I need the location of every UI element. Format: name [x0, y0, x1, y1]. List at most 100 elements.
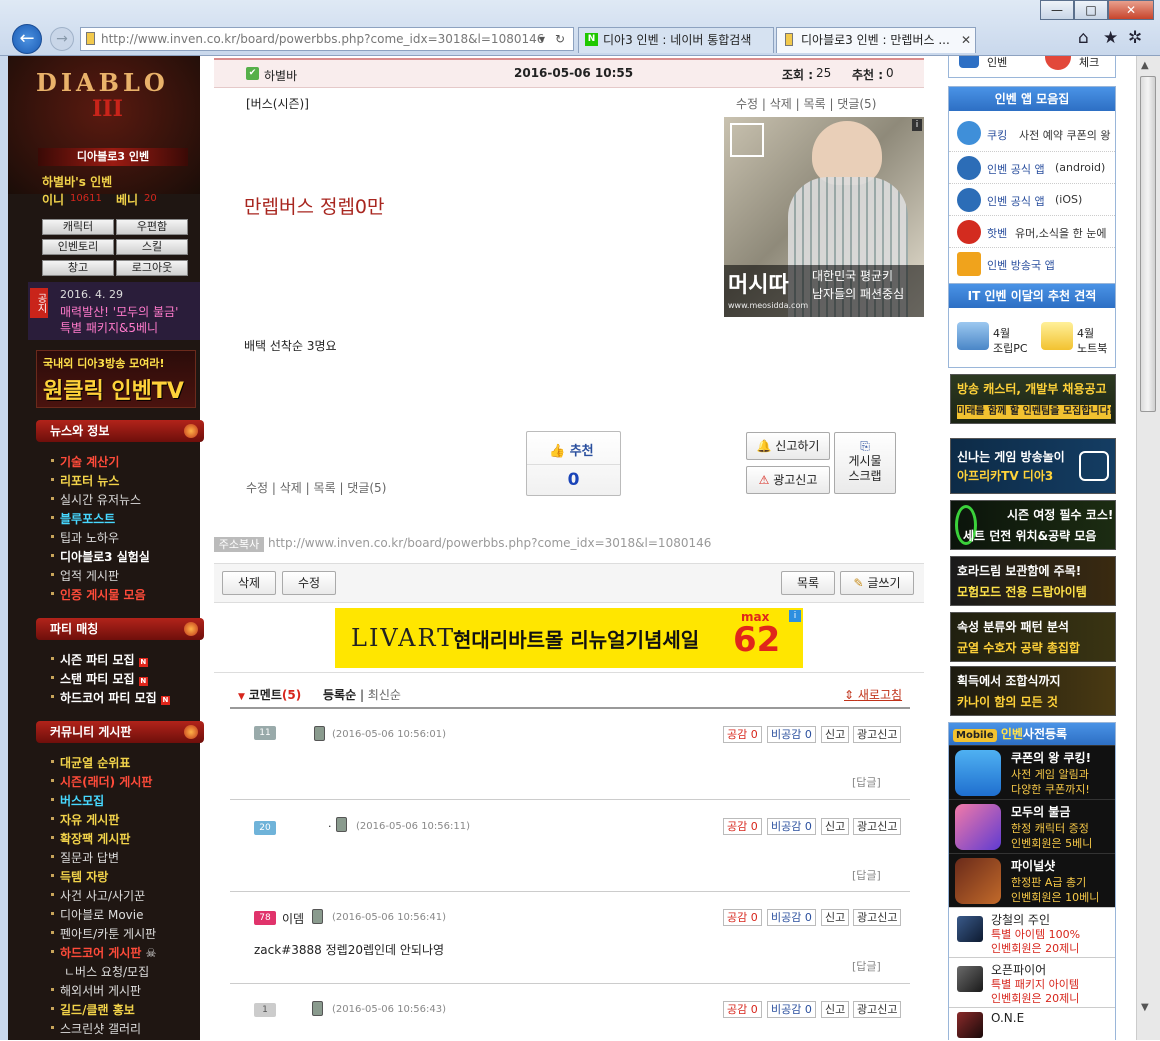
app-item-cooking[interactable]: 쿠킹 사전 예약 쿠폰의 왕: [949, 119, 1115, 151]
scroll-down-icon[interactable]: ▼: [1141, 1002, 1149, 1013]
mobile-item-cooking[interactable]: 쿠폰의 왕 쿠킹! 사전 게임 알림과 다양한 쿠폰까지!: [949, 745, 1115, 799]
user-title[interactable]: 하별바's 인벤: [42, 173, 112, 190]
like-button[interactable]: 공감 0: [723, 909, 762, 926]
inventory-button[interactable]: 인벤토리: [42, 239, 114, 255]
diablo-logo[interactable]: DIABLO: [36, 68, 169, 97]
it-item1-l2[interactable]: 조립PC: [993, 340, 1028, 356]
home-icon[interactable]: ⌂: [1078, 28, 1089, 48]
comments-link[interactable]: 댓글(5): [347, 481, 386, 495]
dislike-button[interactable]: 비공감 0: [767, 1001, 816, 1018]
favorites-star-icon[interactable]: ★: [1103, 28, 1118, 48]
settings-gear-icon[interactable]: ✲: [1128, 28, 1142, 48]
inven-tv-banner[interactable]: 국내외 디아3방송 모여라! 원클릭 인벤TV: [36, 350, 196, 408]
menu-expansion-board[interactable]: 확장팩 게시판: [50, 830, 130, 847]
comments-link[interactable]: 댓글(5): [837, 97, 876, 111]
menu-season-board[interactable]: 시즌(래더) 게시판: [50, 773, 152, 790]
edit-link[interactable]: 수정: [246, 481, 268, 495]
like-button[interactable]: 공감 0: [723, 1001, 762, 1018]
skill-button[interactable]: 스킬: [116, 239, 188, 255]
like-button[interactable]: 공감 0: [723, 818, 762, 835]
it-item2-l2[interactable]: 노트북: [1077, 340, 1107, 356]
menu-greater-rift-rank[interactable]: 대균열 순위표: [50, 754, 130, 771]
comment-report-button[interactable]: 신고: [821, 818, 850, 835]
scrap-button[interactable]: ⎘ 게시물 스크랩: [834, 432, 896, 494]
recommend-button[interactable]: 👍 추천 0: [526, 431, 621, 496]
reply-link[interactable]: [답글]: [852, 774, 881, 790]
menu-fanart[interactable]: 펜아트/카툰 게시판: [50, 925, 156, 942]
write-button[interactable]: ✎ 글쓰기: [840, 571, 914, 595]
right-banner-set-dungeon[interactable]: 시즌 여정 필수 코스! 세트 던전 위치&공략 모음: [950, 500, 1116, 550]
menu-user-news[interactable]: 실시간 유저뉴스: [50, 491, 141, 508]
dislike-button[interactable]: 비공감 0: [767, 726, 816, 743]
menu-movie[interactable]: 디아블로 Movie: [51, 906, 144, 923]
menu-standard-party[interactable]: 스탠 파티 모집 N: [51, 670, 148, 687]
comment-ad-report-button[interactable]: 광고신고: [853, 818, 902, 835]
it-item2-l1[interactable]: 4월: [1077, 325, 1094, 341]
menu-qna[interactable]: 질문과 답변: [50, 849, 119, 866]
forward-button[interactable]: →: [50, 27, 74, 51]
comment-report-button[interactable]: 신고: [821, 1001, 850, 1018]
menu-loot-brag[interactable]: 득템 자랑: [50, 868, 108, 885]
app-item-broadcast[interactable]: 인벤 방송국 앱: [949, 247, 1115, 279]
post-author[interactable]: 하별바: [264, 67, 297, 84]
edit-button[interactable]: 수정: [282, 571, 336, 595]
right-banner-afreeca[interactable]: 신나는 게임 방송놀이 아프리카TV 디아3: [950, 438, 1116, 494]
menu-screenshots[interactable]: 스크린샷 갤러리: [50, 1020, 141, 1037]
tab-inven-active[interactable]: 디아블로3 인벤 : 만렙버스 ... ✕: [776, 27, 976, 53]
storage-button[interactable]: 창고: [42, 260, 114, 276]
app-item-hotven[interactable]: 핫벤 유머,소식을 한 눈에: [949, 215, 1115, 247]
tab-close-icon[interactable]: ✕: [961, 28, 971, 52]
menu-achievements[interactable]: 업적 게시판: [50, 567, 119, 584]
tab-naver[interactable]: N 디아3 인벤 : 네이버 통합검색: [578, 27, 774, 53]
address-bar[interactable]: http://www.inven.co.kr/board/powerbbs.ph…: [80, 27, 574, 51]
livart-banner[interactable]: LIVART 현대리바트몰 리뉴얼기념세일 max 62 i: [335, 608, 803, 668]
copy-address-button[interactable]: 주소복사: [214, 537, 264, 552]
vertical-scrollbar[interactable]: ▲ ▼: [1136, 56, 1160, 1040]
right-banner-recruit[interactable]: 방송 캐스터, 개발부 채용공고 미래를 함께 할 인벤팀을 모집합니다!: [950, 374, 1116, 424]
menu-certified[interactable]: 인증 게시물 모음: [51, 586, 146, 603]
menu-reporter-news[interactable]: 리포터 뉴스: [50, 472, 119, 489]
comment-ad-report-button[interactable]: 광고신고: [853, 909, 902, 926]
mobile-item-finalshot[interactable]: 파이널샷 한정판 A급 총기 인벤회원은 10베니: [949, 853, 1115, 907]
right-banner-kanai[interactable]: 획득에서 조합식까지 카나이 함의 모든 것: [950, 666, 1116, 716]
scroll-up-icon[interactable]: ▲: [1141, 60, 1149, 71]
menu-overseas[interactable]: 해외서버 게시판: [50, 982, 141, 999]
close-window-button[interactable]: ✕: [1108, 0, 1154, 20]
side-ad-image[interactable]: i 머시따 대한민국 평균키 남자들의 패션중심 www.meosidda.co…: [724, 117, 924, 317]
menu-tips[interactable]: 팁과 노하우: [50, 529, 119, 546]
dislike-button[interactable]: 비공감 0: [767, 818, 816, 835]
reply-link[interactable]: [답글]: [852, 867, 881, 883]
menu-guild[interactable]: 길드/클랜 홍보: [51, 1001, 135, 1018]
menu-season-party[interactable]: 시즌 파티 모집 N: [51, 651, 148, 668]
quick-check[interactable]: 체크: [1079, 54, 1099, 70]
report-button[interactable]: 🔔 신고하기: [746, 432, 830, 460]
comment-author[interactable]: 이뎀: [282, 910, 304, 927]
mailbox-button[interactable]: 우편함: [116, 219, 188, 235]
menu-bus-recruit[interactable]: 버스모집: [50, 792, 104, 809]
sort-newest[interactable]: 최신순: [368, 688, 401, 702]
back-button[interactable]: ←: [12, 24, 42, 54]
list-link[interactable]: 목록: [804, 97, 826, 111]
quick-inven[interactable]: 인벤: [987, 54, 1007, 70]
edit-link[interactable]: 수정: [736, 97, 758, 111]
it-item1-l1[interactable]: 4월: [993, 325, 1010, 341]
menu-skill-calculator[interactable]: 기술 계산기: [50, 453, 119, 470]
menu-free-board[interactable]: 자유 게시판: [50, 811, 119, 828]
delete-link[interactable]: 삭제: [280, 481, 302, 495]
dropdown-icon[interactable]: ▾: [539, 28, 545, 50]
mobile-item-bulgeum[interactable]: 모두의 불금 한정 캐릭터 증정 인벤회원은 5베니: [949, 799, 1115, 853]
list-button[interactable]: 목록: [781, 571, 835, 595]
comment-report-button[interactable]: 신고: [821, 909, 850, 926]
menu-bus-request[interactable]: ㄴ버스 요청/모집: [64, 963, 149, 980]
logout-button[interactable]: 로그아웃: [116, 260, 188, 276]
app-item-android[interactable]: 인벤 공식 앱 (android): [949, 151, 1115, 183]
comment-report-button[interactable]: 신고: [821, 726, 850, 743]
list-link[interactable]: 목록: [314, 481, 336, 495]
sort-registered[interactable]: 등록순: [323, 688, 356, 702]
comment-author[interactable]: ·: [328, 820, 332, 833]
comment-ad-report-button[interactable]: 광고신고: [853, 1001, 902, 1018]
menu-incidents[interactable]: 사건 사고/사기꾼: [50, 887, 145, 904]
scroll-thumb[interactable]: [1140, 76, 1156, 412]
mobile-item-steel[interactable]: 강철의 주인 특별 아이템 100% 인벤회원은 20제니: [949, 907, 1115, 957]
delete-link[interactable]: 삭제: [770, 97, 792, 111]
